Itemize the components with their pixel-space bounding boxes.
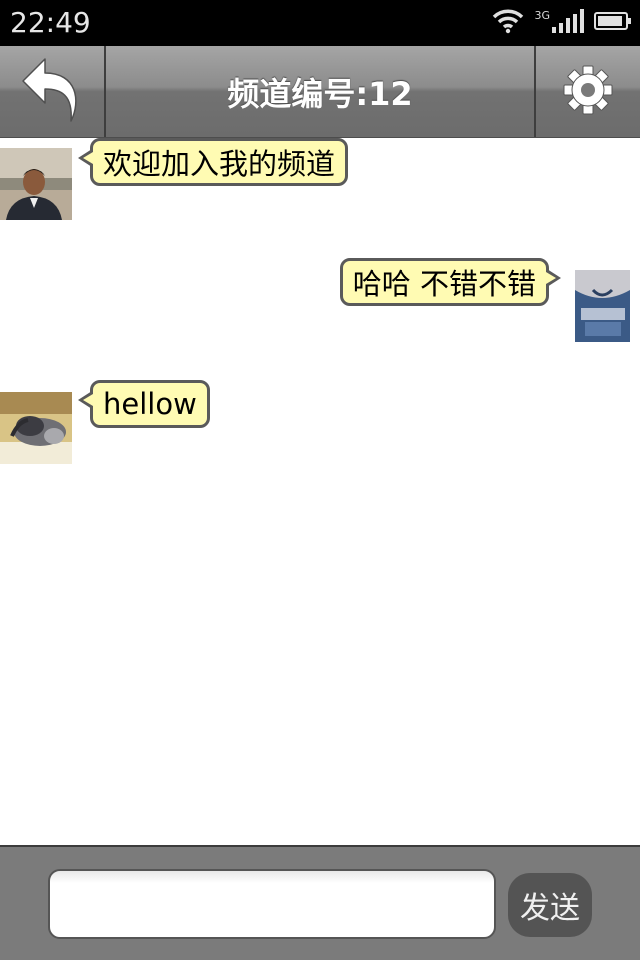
back-arrow-icon [21,57,83,127]
avatar[interactable] [0,148,72,220]
message-bubble: 欢迎加入我的频道 [77,138,349,186]
avatar[interactable] [575,270,630,342]
gear-icon [563,65,613,119]
status-time: 22:49 [10,6,91,39]
send-button[interactable]: 发送 [508,873,592,937]
composer-bar: 发送 [0,845,640,960]
status-bar: 22:49 3G [0,0,640,46]
wifi-icon [492,8,524,38]
battery-icon [594,10,632,36]
settings-button[interactable] [534,46,640,137]
status-icons: 3G [492,8,632,38]
back-button[interactable] [0,46,106,137]
message-row: 欢迎加入我的频道 [0,138,349,220]
message-text: 欢迎加入我的频道 [103,147,336,181]
message-input[interactable] [48,869,496,939]
message-text: hellow [103,387,197,421]
message-text: 哈哈 不错不错 [352,267,536,301]
message-row: 哈哈 不错不错 [339,258,630,342]
nav-bar: 频道编号:12 [0,46,640,138]
message-bubble: 哈哈 不错不错 [339,258,562,306]
message-bubble: hellow [78,380,210,428]
avatar[interactable] [0,392,72,464]
signal-icon [552,9,584,37]
page-title: 频道编号:12 [227,74,413,113]
network-type-label: 3G [534,8,550,22]
message-row: hellow [0,380,210,464]
